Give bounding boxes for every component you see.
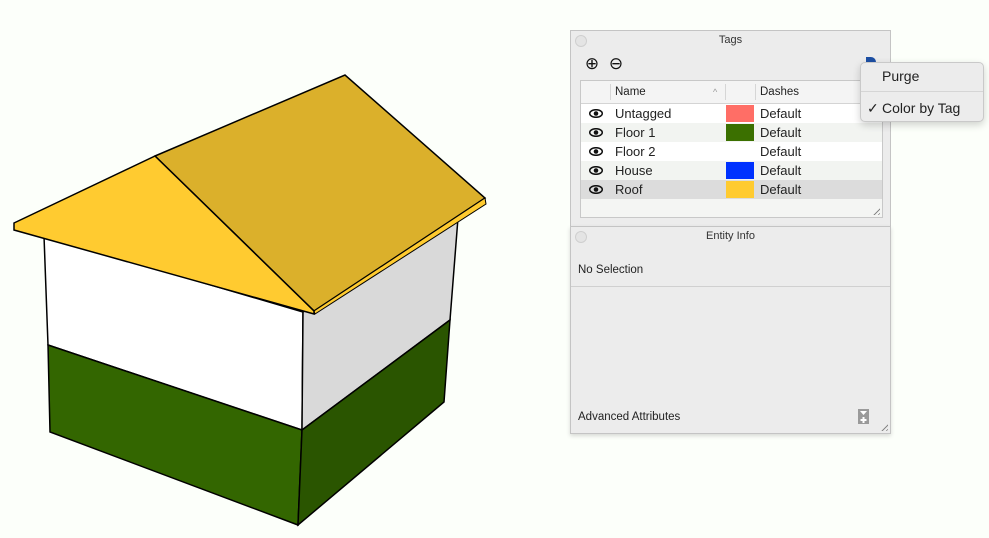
panel-collapse-dot[interactable] bbox=[575, 35, 587, 47]
menu-separator bbox=[861, 91, 983, 92]
tags-table-header: Name ^ Dashes bbox=[581, 81, 882, 104]
sort-ascending-icon: ^ bbox=[713, 87, 718, 97]
tags-table: Name ^ Dashes Untagged Default Floor 1 Defa… bbox=[580, 80, 883, 218]
advanced-attributes-label[interactable]: Advanced Attributes bbox=[578, 411, 680, 423]
visibility-eye-icon[interactable] bbox=[589, 128, 603, 137]
selection-status: No Selection bbox=[578, 264, 644, 276]
tag-dashes[interactable]: Default bbox=[760, 142, 801, 161]
panel-resize-handle[interactable] bbox=[879, 422, 888, 431]
tag-color-swatch[interactable] bbox=[726, 162, 754, 179]
tag-color-swatch[interactable] bbox=[726, 124, 754, 141]
expand-attributes-icon[interactable] bbox=[858, 409, 869, 424]
details-menu: Purge ✓ Color by Tag bbox=[860, 62, 984, 122]
visibility-eye-icon[interactable] bbox=[589, 109, 603, 118]
column-header-name[interactable]: Name bbox=[615, 81, 646, 103]
house-model bbox=[13, 74, 487, 527]
tag-dashes[interactable]: Default bbox=[760, 161, 801, 180]
model-viewport[interactable] bbox=[0, 0, 560, 538]
tags-panel-title: Tags bbox=[718, 34, 743, 46]
tag-color-swatch[interactable] bbox=[726, 181, 754, 198]
table-resize-handle[interactable] bbox=[871, 206, 880, 215]
tag-name[interactable]: Untagged bbox=[615, 104, 671, 123]
menu-item-color-by-tag[interactable]: ✓ Color by Tag bbox=[861, 95, 983, 121]
checkmark-icon: ✓ bbox=[867, 100, 879, 116]
menu-item-label: Color by Tag bbox=[882, 100, 961, 116]
tag-name[interactable]: Roof bbox=[615, 180, 642, 199]
add-tag-icon[interactable]: ⊕ bbox=[584, 55, 600, 72]
visibility-eye-icon[interactable] bbox=[589, 147, 603, 156]
entity-info-panel: Entity Info No Selection Advanced Attrib… bbox=[570, 226, 891, 434]
panel-collapse-dot[interactable] bbox=[575, 231, 587, 243]
menu-item-label: Purge bbox=[882, 68, 920, 84]
visibility-eye-icon[interactable] bbox=[589, 166, 603, 175]
tag-color-swatch[interactable] bbox=[726, 143, 754, 160]
tags-panel: Tags ⊕ ⊖ Name ^ Dashes Untagged Default Fl… bbox=[570, 30, 891, 226]
tag-name[interactable]: Floor 1 bbox=[615, 123, 655, 142]
tag-name[interactable]: Floor 2 bbox=[615, 142, 655, 161]
tags-rows: Untagged Default Floor 1 Default Floor 2 Defa… bbox=[581, 104, 882, 199]
tag-row[interactable]: Floor 1 Default bbox=[581, 123, 882, 142]
visibility-eye-icon[interactable] bbox=[589, 185, 603, 194]
tag-row[interactable]: House Default bbox=[581, 161, 882, 180]
tag-row[interactable]: Untagged Default bbox=[581, 104, 882, 123]
tag-row[interactable]: Roof Default bbox=[581, 180, 882, 199]
tag-name[interactable]: House bbox=[615, 161, 653, 180]
tag-color-swatch[interactable] bbox=[726, 105, 754, 122]
menu-item-purge[interactable]: Purge bbox=[861, 63, 983, 89]
tag-dashes[interactable]: Default bbox=[760, 180, 801, 199]
tag-dashes[interactable]: Default bbox=[760, 123, 801, 142]
column-header-dashes[interactable]: Dashes bbox=[760, 81, 799, 103]
divider bbox=[571, 286, 890, 287]
tag-row[interactable]: Floor 2 Default bbox=[581, 142, 882, 161]
remove-tag-icon[interactable]: ⊖ bbox=[608, 55, 624, 72]
tag-dashes[interactable]: Default bbox=[760, 104, 801, 123]
entity-panel-title: Entity Info bbox=[706, 230, 755, 242]
